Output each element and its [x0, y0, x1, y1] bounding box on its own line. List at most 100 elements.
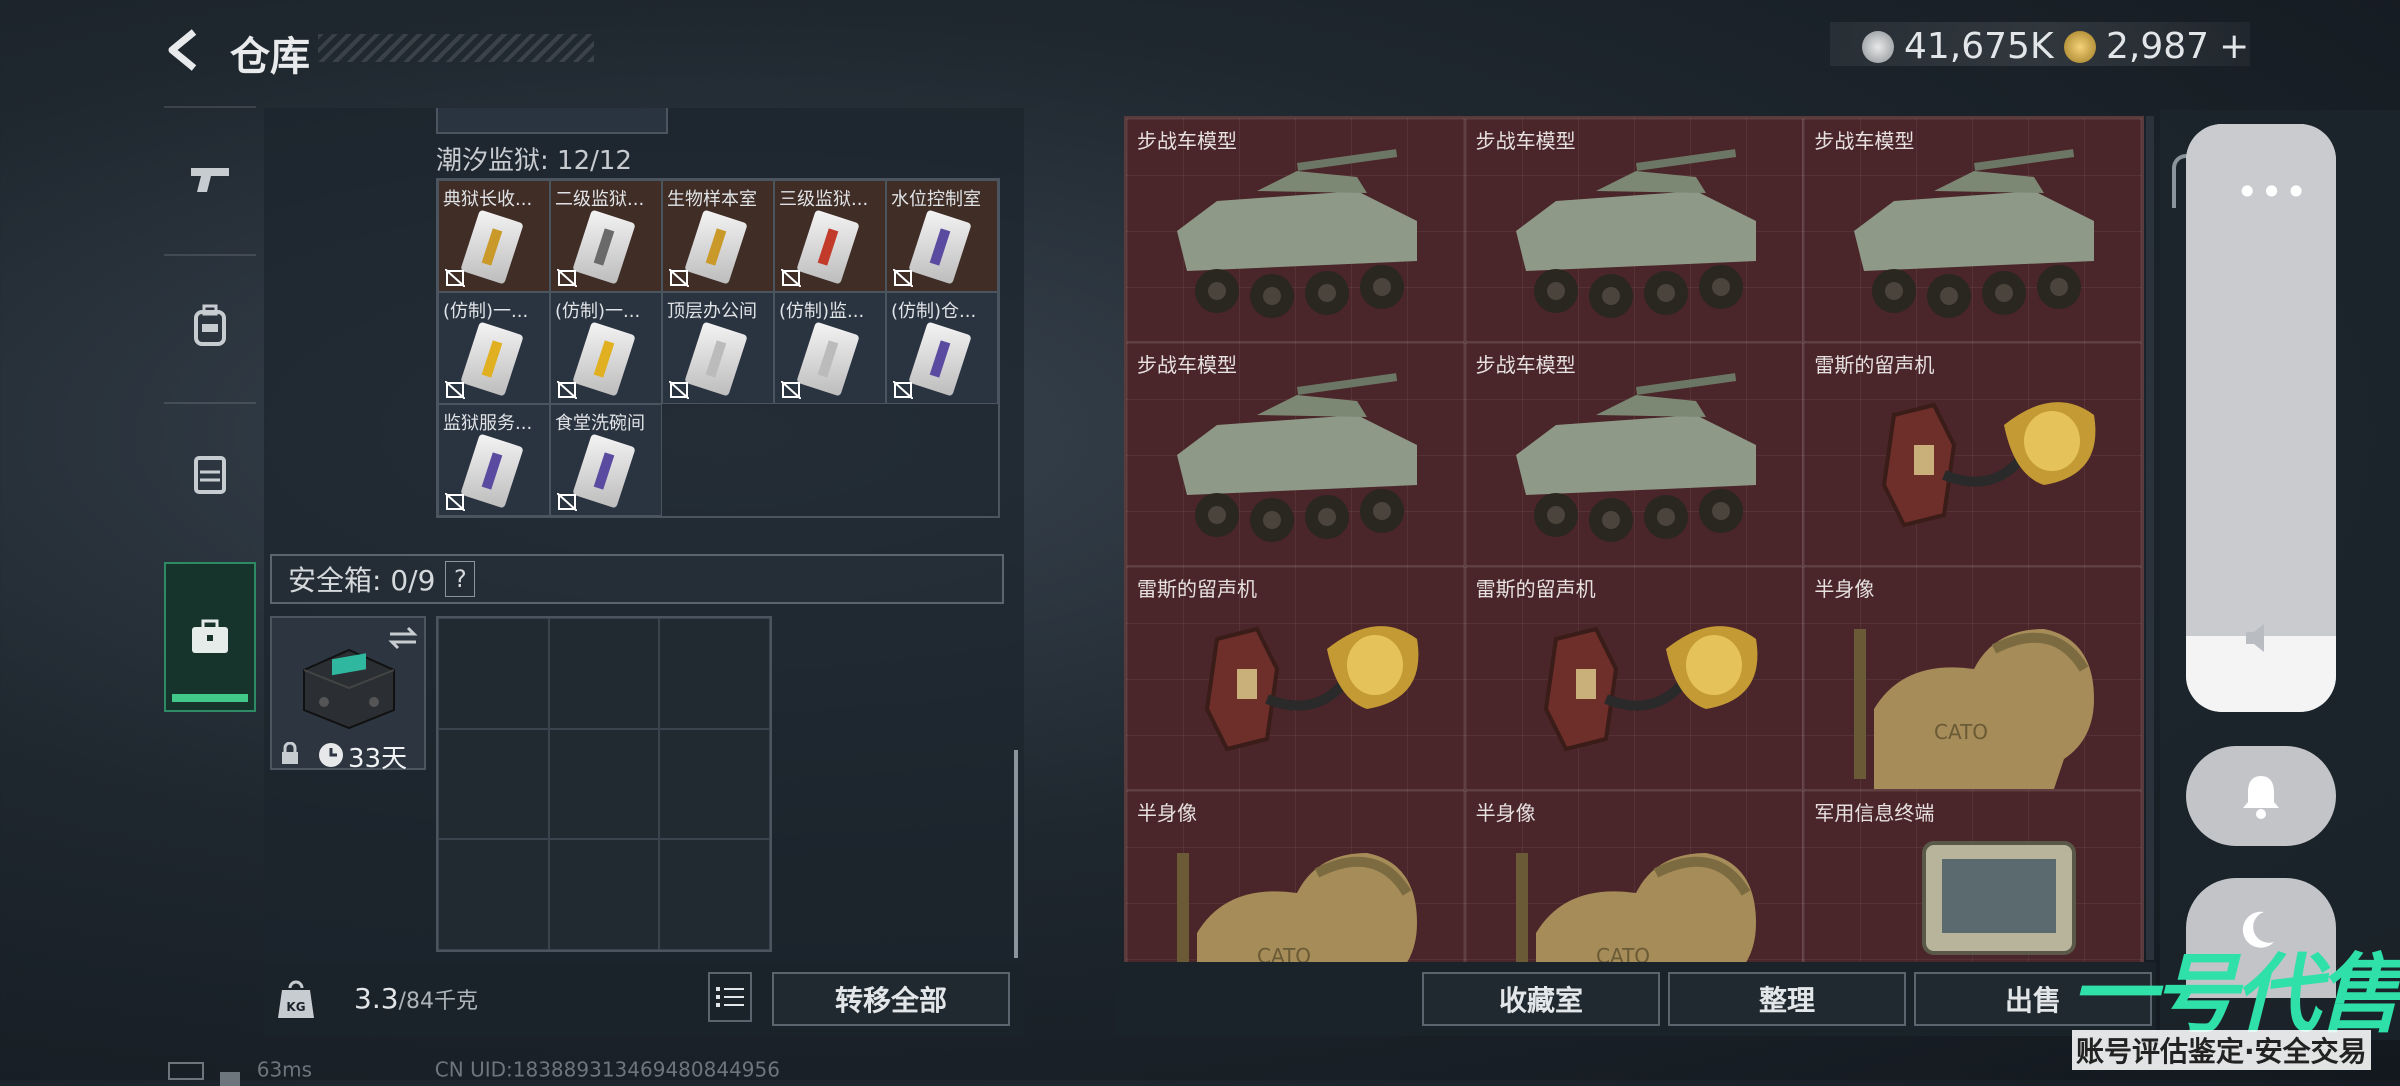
right-scrollbar[interactable]	[2146, 116, 2154, 960]
previous-grid-edge	[436, 108, 668, 134]
bust-statue-image: CATO	[1515, 853, 1756, 964]
key-card-name: 三级监狱...	[779, 189, 869, 210]
key-section-label: 潮汐监狱: 12/12	[436, 146, 632, 176]
key-card-slot[interactable]: 监狱服务...	[438, 404, 550, 516]
phonograph-image	[1204, 626, 1419, 752]
collection-item[interactable]: 半身像 CATO	[1803, 566, 2142, 790]
safe-slot[interactable]	[659, 728, 770, 840]
phonograph-image	[1882, 402, 2096, 528]
key-card-name: 生物样本室	[667, 189, 757, 210]
safe-slot[interactable]	[548, 839, 660, 950]
key-card-slot[interactable]: (仿制)一...	[438, 292, 550, 404]
tab-vest[interactable]	[164, 402, 256, 544]
key-card-grid: 典狱长收... 二级监狱... 生物样本室 三级监狱... 水位控制室 (仿制)一... (…	[436, 178, 1000, 518]
key-card-image	[908, 321, 972, 397]
key-card-slot[interactable]: 生物样本室	[662, 180, 774, 292]
floating-control-panel: •••	[2186, 124, 2336, 712]
gun-icon	[191, 168, 229, 192]
svg-text:CATO: CATO	[1596, 944, 1650, 964]
key-card-slot[interactable]: 三级监狱...	[774, 180, 886, 292]
key-card-slot[interactable]: (仿制)一...	[550, 292, 662, 404]
collection-item[interactable]: 半身像 CATO	[1464, 790, 1804, 964]
key-card-name: (仿制)一...	[443, 301, 529, 322]
key-card-slot[interactable]: (仿制)监...	[774, 292, 886, 404]
notification-toggle[interactable]	[2186, 746, 2336, 846]
ticket-amount: 2,987	[2106, 26, 2210, 67]
collection-item[interactable]: 步战车模型	[1126, 342, 1465, 566]
safe-slot[interactable]	[659, 618, 770, 729]
help-icon[interactable]: ?	[445, 561, 476, 597]
ifv-model-image	[1515, 373, 1756, 542]
collection-item[interactable]: 雷斯的留声机	[1126, 566, 1465, 790]
key-card-image	[796, 209, 860, 285]
vest-icon	[194, 456, 226, 494]
watermark-slogan: 账号评估鉴定·安全交易	[2072, 1030, 2371, 1070]
key-card-image	[460, 433, 524, 509]
key-card-slot[interactable]: 二级监狱...	[550, 180, 662, 292]
coin-icon	[1862, 30, 1894, 63]
key-card-slot[interactable]: 水位控制室	[886, 180, 998, 292]
key-card-name: 水位控制室	[891, 189, 981, 210]
collection-item[interactable]: 步战车模型	[1464, 118, 1804, 342]
collection-item[interactable]: 步战车模型	[1803, 118, 2142, 342]
coin-amount: 41,675K	[1904, 26, 2054, 67]
add-currency-icon[interactable]: +	[2219, 26, 2249, 67]
list-icon	[716, 987, 744, 1007]
no-trade-icon	[445, 493, 465, 511]
sort-button[interactable]: 整理	[1668, 972, 1906, 1026]
safe-box-header: 安全箱: 0/9 ?	[270, 554, 1004, 604]
collection-grid: 步战车模型 步战车模型 步战车模型 步战车模型 步战车模型 雷斯的留声机 雷斯的留声机 雷斯的…	[1124, 116, 2144, 964]
swap-icon[interactable]	[388, 626, 418, 650]
safe-slot[interactable]	[548, 618, 660, 729]
safe-slot[interactable]	[438, 728, 549, 840]
key-card-name: 二级监狱...	[555, 189, 645, 210]
volume-icon	[2246, 624, 2264, 652]
key-card-slot[interactable]: 食堂洗碗间	[550, 404, 662, 516]
collection-item[interactable]: 半身像 CATO	[1126, 790, 1465, 962]
currency-coins: 41,675K	[1862, 26, 2054, 67]
key-card-slot[interactable]: 顶层办公间	[662, 292, 774, 404]
key-card-image	[460, 321, 524, 397]
no-trade-icon	[445, 269, 465, 287]
no-trade-icon	[557, 493, 577, 511]
key-card-slot[interactable]: 典狱长收...	[438, 180, 550, 292]
backpack-icon	[194, 304, 226, 346]
no-trade-icon	[669, 269, 689, 287]
no-trade-icon	[893, 381, 913, 399]
back-arrow-icon[interactable]	[160, 28, 210, 72]
collection-item[interactable]: 雷斯的留声机	[1464, 566, 1804, 790]
more-icon[interactable]: •••	[2236, 170, 2309, 214]
key-card-slot[interactable]: (仿制)仓...	[886, 292, 998, 404]
clock-icon	[319, 743, 343, 767]
left-scrollbar[interactable]	[1014, 750, 1018, 958]
safe-box-label: 安全箱: 0/9	[288, 564, 436, 597]
key-card-name: 典狱长收...	[443, 189, 533, 210]
collection-item[interactable]: 步战车模型	[1464, 342, 1804, 566]
key-card-name: (仿制)监...	[779, 301, 865, 322]
ifv-model-image	[1177, 149, 1417, 318]
collection-item[interactable]: 雷斯的留声机	[1803, 342, 2142, 566]
list-view-button[interactable]	[708, 972, 752, 1022]
key-card-name: (仿制)仓...	[891, 301, 977, 322]
currency-tickets[interactable]: 2,987 +	[2064, 26, 2249, 67]
collection-item[interactable]: 步战车模型	[1126, 118, 1465, 342]
uid-readout: CN UID:1838893134694808449​56	[434, 1057, 780, 1082]
safe-slot[interactable]	[659, 839, 770, 950]
weight-icon: KG	[278, 980, 314, 1018]
safe-slot[interactable]	[548, 728, 660, 840]
ping-readout: 63ms	[256, 1057, 313, 1082]
tab-backpack[interactable]	[164, 254, 256, 396]
no-trade-icon	[893, 269, 913, 287]
ifv-model-image	[1515, 149, 1756, 318]
safe-case-item[interactable]: 33天	[270, 616, 426, 774]
key-card-image	[460, 209, 524, 285]
safe-slot[interactable]	[438, 839, 549, 950]
collection-room-button[interactable]: 收藏室	[1422, 972, 1660, 1026]
tab-safe-case[interactable]	[164, 562, 256, 712]
no-trade-icon	[781, 381, 801, 399]
safe-slot[interactable]	[438, 618, 549, 729]
svg-text:CATO: CATO	[1934, 720, 1988, 744]
tab-weapons[interactable]	[164, 106, 256, 248]
no-trade-icon	[445, 381, 465, 399]
transfer-all-button[interactable]: 转移全部	[772, 972, 1010, 1026]
